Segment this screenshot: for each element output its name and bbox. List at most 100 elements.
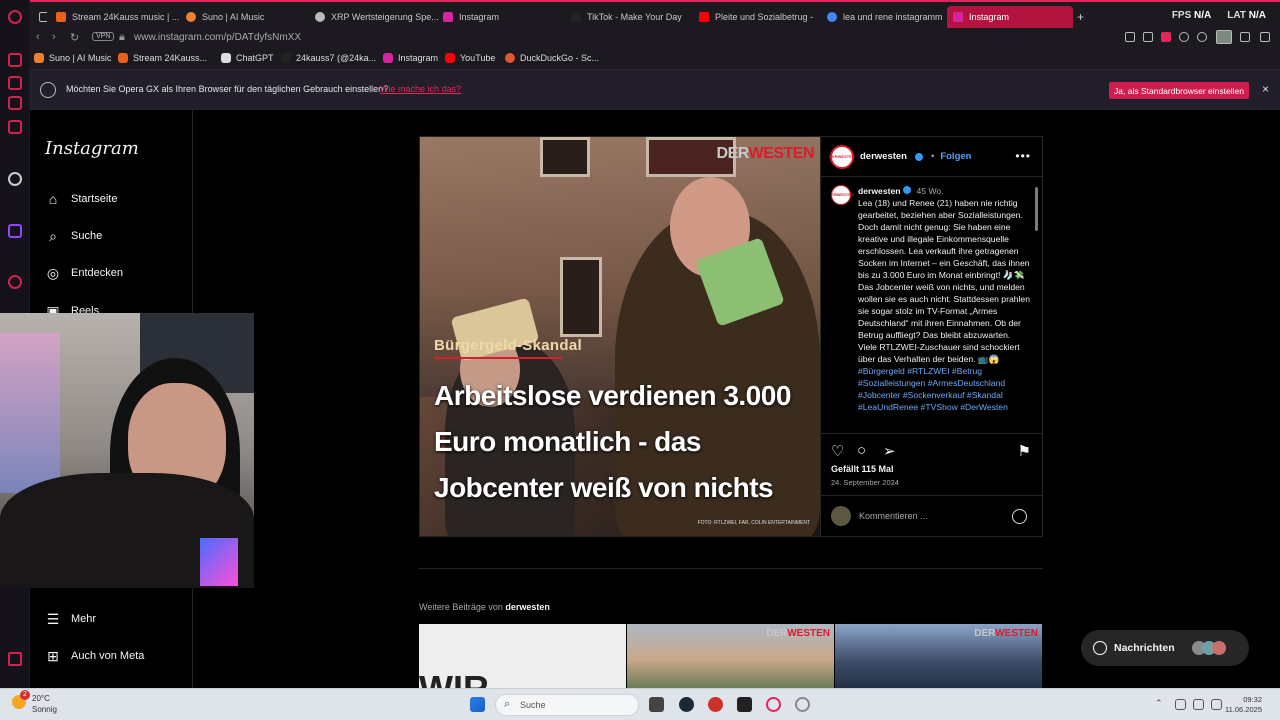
task-view-icon[interactable] xyxy=(649,697,664,712)
bookmark-icon[interactable]: ⚑ xyxy=(1018,442,1031,460)
battery-icon[interactable] xyxy=(1211,699,1222,710)
play-icon[interactable] xyxy=(1179,32,1189,42)
nav-item-meta[interactable]: ⊞ Auch von Meta xyxy=(45,648,144,664)
like-heart-icon[interactable]: ♡ xyxy=(831,442,844,460)
comment-icon[interactable]: ○ xyxy=(857,442,866,459)
download-icon[interactable] xyxy=(1240,32,1250,42)
set-default-button[interactable]: Ja, als Standardbrowser einstellen xyxy=(1109,82,1249,99)
profile-avatar[interactable] xyxy=(1216,30,1232,44)
messages-button[interactable]: Nachrichten xyxy=(1081,630,1249,666)
taskbar-search[interactable]: ⌕ Suche xyxy=(495,694,639,716)
instagram-sidebar-icon[interactable] xyxy=(8,96,22,110)
shield-icon[interactable] xyxy=(1161,32,1171,42)
bookmark[interactable]: YouTube xyxy=(445,53,495,63)
pin-icon[interactable] xyxy=(1125,32,1135,42)
nav-item-home[interactable]: ⌂ Startseite xyxy=(45,191,118,207)
search-icon: ⌕ xyxy=(49,227,57,244)
aria-icon[interactable] xyxy=(8,53,22,67)
nav-item-explore[interactable]: ◎ Entdecken xyxy=(45,265,123,281)
like-count[interactable]: Gefällt 115 Mal xyxy=(831,464,894,474)
nav-item-search[interactable]: ⌕ Suche xyxy=(45,228,102,244)
tab-favicon xyxy=(186,12,196,22)
scroll-thumb[interactable] xyxy=(1035,187,1038,231)
menu-icon[interactable] xyxy=(1260,32,1270,42)
divider xyxy=(419,568,1043,569)
twitch-icon[interactable] xyxy=(8,224,22,238)
more-posts-user[interactable]: derwesten xyxy=(505,602,550,612)
tiktok-sidebar-icon[interactable] xyxy=(8,172,22,186)
more-options-icon[interactable]: ••• xyxy=(1015,149,1031,163)
message-avatars xyxy=(1191,641,1226,655)
clock[interactable]: 09:32 11.06.2025 xyxy=(1225,695,1262,715)
heart-icon[interactable] xyxy=(1197,32,1207,42)
search-icon: ⌕ xyxy=(504,698,511,710)
opera-gx-icon[interactable] xyxy=(766,697,781,712)
back-icon[interactable]: ‹ xyxy=(36,31,40,43)
forward-icon[interactable]: › xyxy=(52,31,56,43)
post-actions: ♡ ○ ➢ ⚑ Gefällt 115 Mal 24. September 20… xyxy=(821,433,1043,493)
gx-control-icon[interactable] xyxy=(8,652,22,666)
caption-avatar[interactable]: DERWESTEN xyxy=(831,185,854,205)
caption-scrollbar[interactable] xyxy=(1034,179,1039,431)
emoji-icon[interactable] xyxy=(1012,509,1027,524)
caption-time[interactable]: 45 Wo. xyxy=(917,186,944,196)
instagram-logo[interactable]: Instagram xyxy=(45,138,139,159)
tab[interactable]: lea und rene instagramm xyxy=(821,6,946,28)
bookmark-favicon xyxy=(281,53,291,63)
network-icon[interactable] xyxy=(1175,699,1186,710)
tab[interactable]: Instagram xyxy=(437,6,567,28)
share-icon[interactable]: ➢ xyxy=(883,442,896,460)
tab[interactable]: XRP Wertsteigerung Spe... xyxy=(309,6,439,28)
app-icon[interactable] xyxy=(708,697,723,712)
snapshot-icon[interactable] xyxy=(1143,32,1153,42)
lock-icon[interactable]: 🔒︎ xyxy=(119,31,125,44)
messenger-icon[interactable] xyxy=(8,76,22,90)
tab-favicon xyxy=(827,12,837,22)
derwesten-logo: DERWESTEN xyxy=(766,628,830,639)
caption-username[interactable]: derwesten xyxy=(858,186,901,196)
post-image[interactable]: DERWESTEN Bürgergeld-Skandal Arbeitslose… xyxy=(420,137,820,536)
bookmark[interactable]: Instagram xyxy=(383,53,438,63)
weather-widget[interactable]: 2 20°C Sonnig xyxy=(12,690,57,715)
tab[interactable]: Suno | AI Music xyxy=(180,6,310,28)
bookmark[interactable]: Stream 24Kauss... xyxy=(118,53,207,63)
volume-icon[interactable] xyxy=(1193,699,1204,710)
bookmark-favicon xyxy=(34,53,44,63)
tab-active[interactable]: Instagram xyxy=(947,6,1073,28)
tab[interactable]: Stream 24Kauss music | ... xyxy=(50,6,180,28)
more-post-thumbnail[interactable]: DERWESTEN xyxy=(627,624,834,688)
vpn-badge[interactable]: VPN xyxy=(92,32,115,41)
gx-mod-icon[interactable] xyxy=(8,120,22,134)
comment-input[interactable]: Kommentieren ... xyxy=(859,511,928,521)
caption-text: Lea (18) und Renee (21) haben nie richti… xyxy=(858,198,1030,364)
url-field[interactable]: www.instagram.com/p/DATdyfsNmXX xyxy=(134,32,301,43)
settings-gear-icon[interactable] xyxy=(795,697,810,712)
opera-logo-icon[interactable] xyxy=(8,10,22,24)
nav-item-more[interactable]: ☰ Mehr xyxy=(45,611,96,627)
verified-icon xyxy=(902,186,911,194)
follow-button[interactable]: Folgen xyxy=(940,151,971,162)
caption-hashtags[interactable]: #Bürgergeld #RTLZWEI #Betrug #Sozialleis… xyxy=(858,365,1030,413)
steam-icon[interactable] xyxy=(679,697,694,712)
tab[interactable]: Pleite und Sozialbetrug - xyxy=(693,6,823,28)
tray-chevron-icon[interactable]: ⌃ xyxy=(1155,698,1163,709)
more-post-thumbnail[interactable]: WIR xyxy=(419,624,626,688)
bookmark[interactable]: 24kauss7 (@24ka... xyxy=(281,53,376,63)
windows-start-icon[interactable] xyxy=(470,697,485,712)
close-icon[interactable]: × xyxy=(1262,82,1269,96)
post-username[interactable]: derwesten xyxy=(860,151,907,162)
new-tab-button[interactable]: + xyxy=(1077,10,1084,24)
tab-menu-icon[interactable] xyxy=(33,6,47,28)
bookmark[interactable]: Suno | AI Music xyxy=(34,53,111,63)
more-post-thumbnail[interactable]: DERWESTEN xyxy=(835,624,1042,688)
epic-games-icon[interactable] xyxy=(737,697,752,712)
tab[interactable]: TikTok - Make Your Day xyxy=(565,6,695,28)
player-icon[interactable] xyxy=(8,275,22,289)
infobar-help-link[interactable]: Wie mache ich das? xyxy=(380,84,461,94)
reload-icon[interactable]: ↻ xyxy=(70,31,79,44)
bookmark-favicon xyxy=(383,53,393,63)
bookmark[interactable]: DuckDuckGo - Sc... xyxy=(505,53,599,63)
bookmark[interactable]: ChatGPT xyxy=(221,53,274,63)
tab-favicon xyxy=(315,12,325,22)
avatar[interactable]: DERWESTEN xyxy=(829,144,855,169)
